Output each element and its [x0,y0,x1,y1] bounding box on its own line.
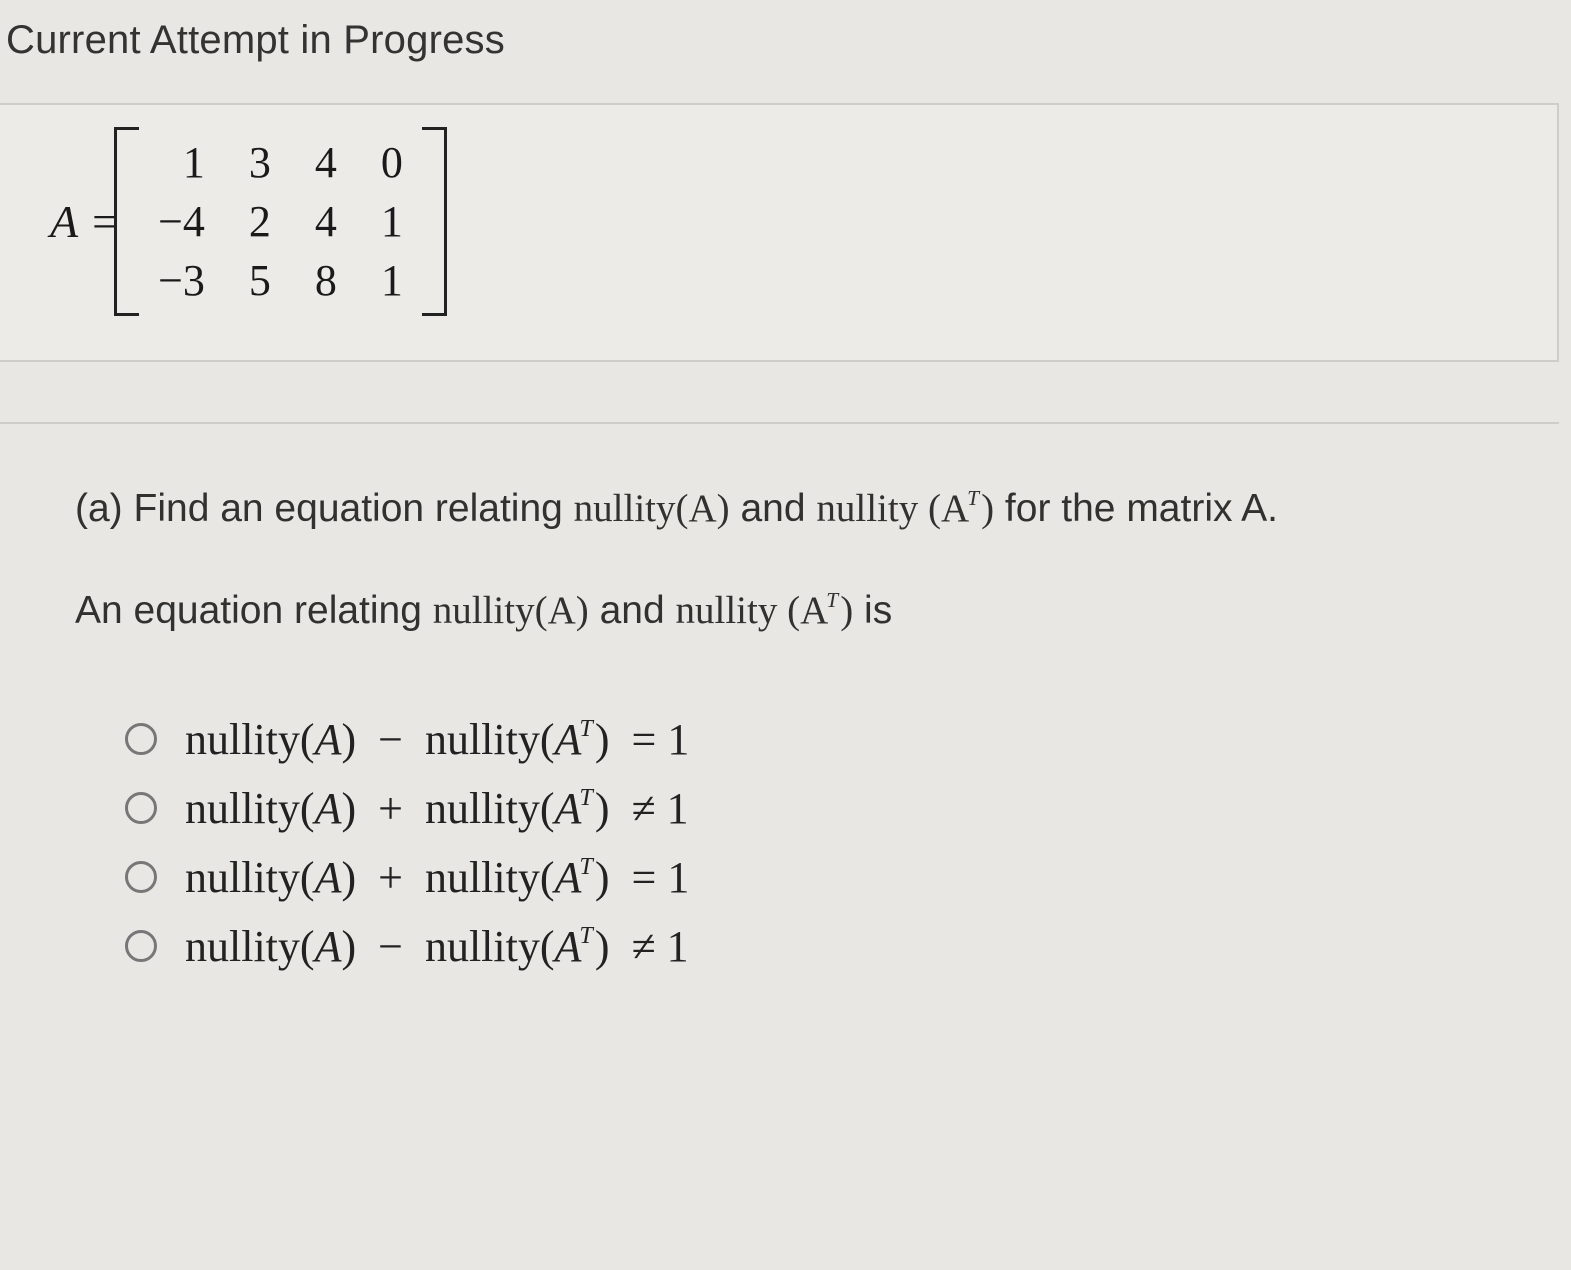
matrix-cell: 4 [293,192,359,251]
question-text: and [730,487,817,530]
section-heading: Current Attempt in Progress [6,18,1559,63]
question-text: for the matrix A. [994,487,1278,530]
radio-icon[interactable] [125,723,157,755]
matrix-definition-box: A = 1 3 4 0 −4 2 4 1 [0,103,1559,362]
answer-option[interactable]: nullity(A) − nullity(AT) ≠ 1 [125,921,1519,972]
option-expression: nullity(A) − nullity(AT) = 1 [185,714,689,765]
matrix-cell: 1 [359,251,425,310]
matrix-cell: 3 [227,133,293,192]
matrix-cell: 1 [359,192,425,251]
option-expression: nullity(A) − nullity(AT) ≠ 1 [185,921,689,972]
matrix-row: −3 5 8 1 [136,251,425,310]
nullity-a-notation: nullity(A) [433,589,589,632]
question-text: and [589,589,676,632]
option-expression: nullity(A) + nullity(AT) ≠ 1 [185,783,689,834]
answer-option[interactable]: nullity(A) − nullity(AT) = 1 [125,714,1519,765]
question-text: is [853,589,892,632]
radio-icon[interactable] [125,930,157,962]
matrix-cell: 2 [227,192,293,251]
matrix-cell: 4 [293,133,359,192]
matrix-cell: −4 [136,192,227,251]
radio-icon[interactable] [125,861,157,893]
matrix-lhs-symbol: A [50,195,78,248]
radio-icon[interactable] [125,792,157,824]
matrix-cell: 0 [359,133,425,192]
matrix-cell: 1 [136,133,227,192]
question-prompt-line-1: (a) Find an equation relating nullity(A)… [75,479,1519,539]
nullity-at-notation: nullity (AT) [676,589,854,632]
matrix-right-bracket-icon [422,127,447,316]
nullity-at-notation: nullity (AT) [816,487,994,530]
option-expression: nullity(A) + nullity(AT) = 1 [185,852,689,903]
matrix-row: −4 2 4 1 [136,192,425,251]
matrix-cell: 5 [227,251,293,310]
question-part-label: (a) [75,487,123,530]
matrix-left-bracket-icon [114,127,139,316]
matrix-cell: −3 [136,251,227,310]
answer-option[interactable]: nullity(A) + nullity(AT) ≠ 1 [125,783,1519,834]
answer-option[interactable]: nullity(A) + nullity(AT) = 1 [125,852,1519,903]
question-text: Find an equation relating [134,487,574,530]
matrix-equation: A = 1 3 4 0 −4 2 4 1 [50,133,1557,310]
question-prompt-line-2: An equation relating nullity(A) and null… [75,581,1519,641]
nullity-a-notation: nullity(A) [574,487,730,530]
answer-options: nullity(A) − nullity(AT) = 1 nullity(A) … [75,684,1519,972]
matrix-cell: 8 [293,251,359,310]
question-block: (a) Find an equation relating nullity(A)… [0,422,1559,972]
matrix-row: 1 3 4 0 [136,133,425,192]
matrix-bracket: 1 3 4 0 −4 2 4 1 −3 5 8 [136,133,425,310]
question-text: An equation relating [75,589,433,632]
matrix-table: 1 3 4 0 −4 2 4 1 −3 5 8 [136,133,425,310]
